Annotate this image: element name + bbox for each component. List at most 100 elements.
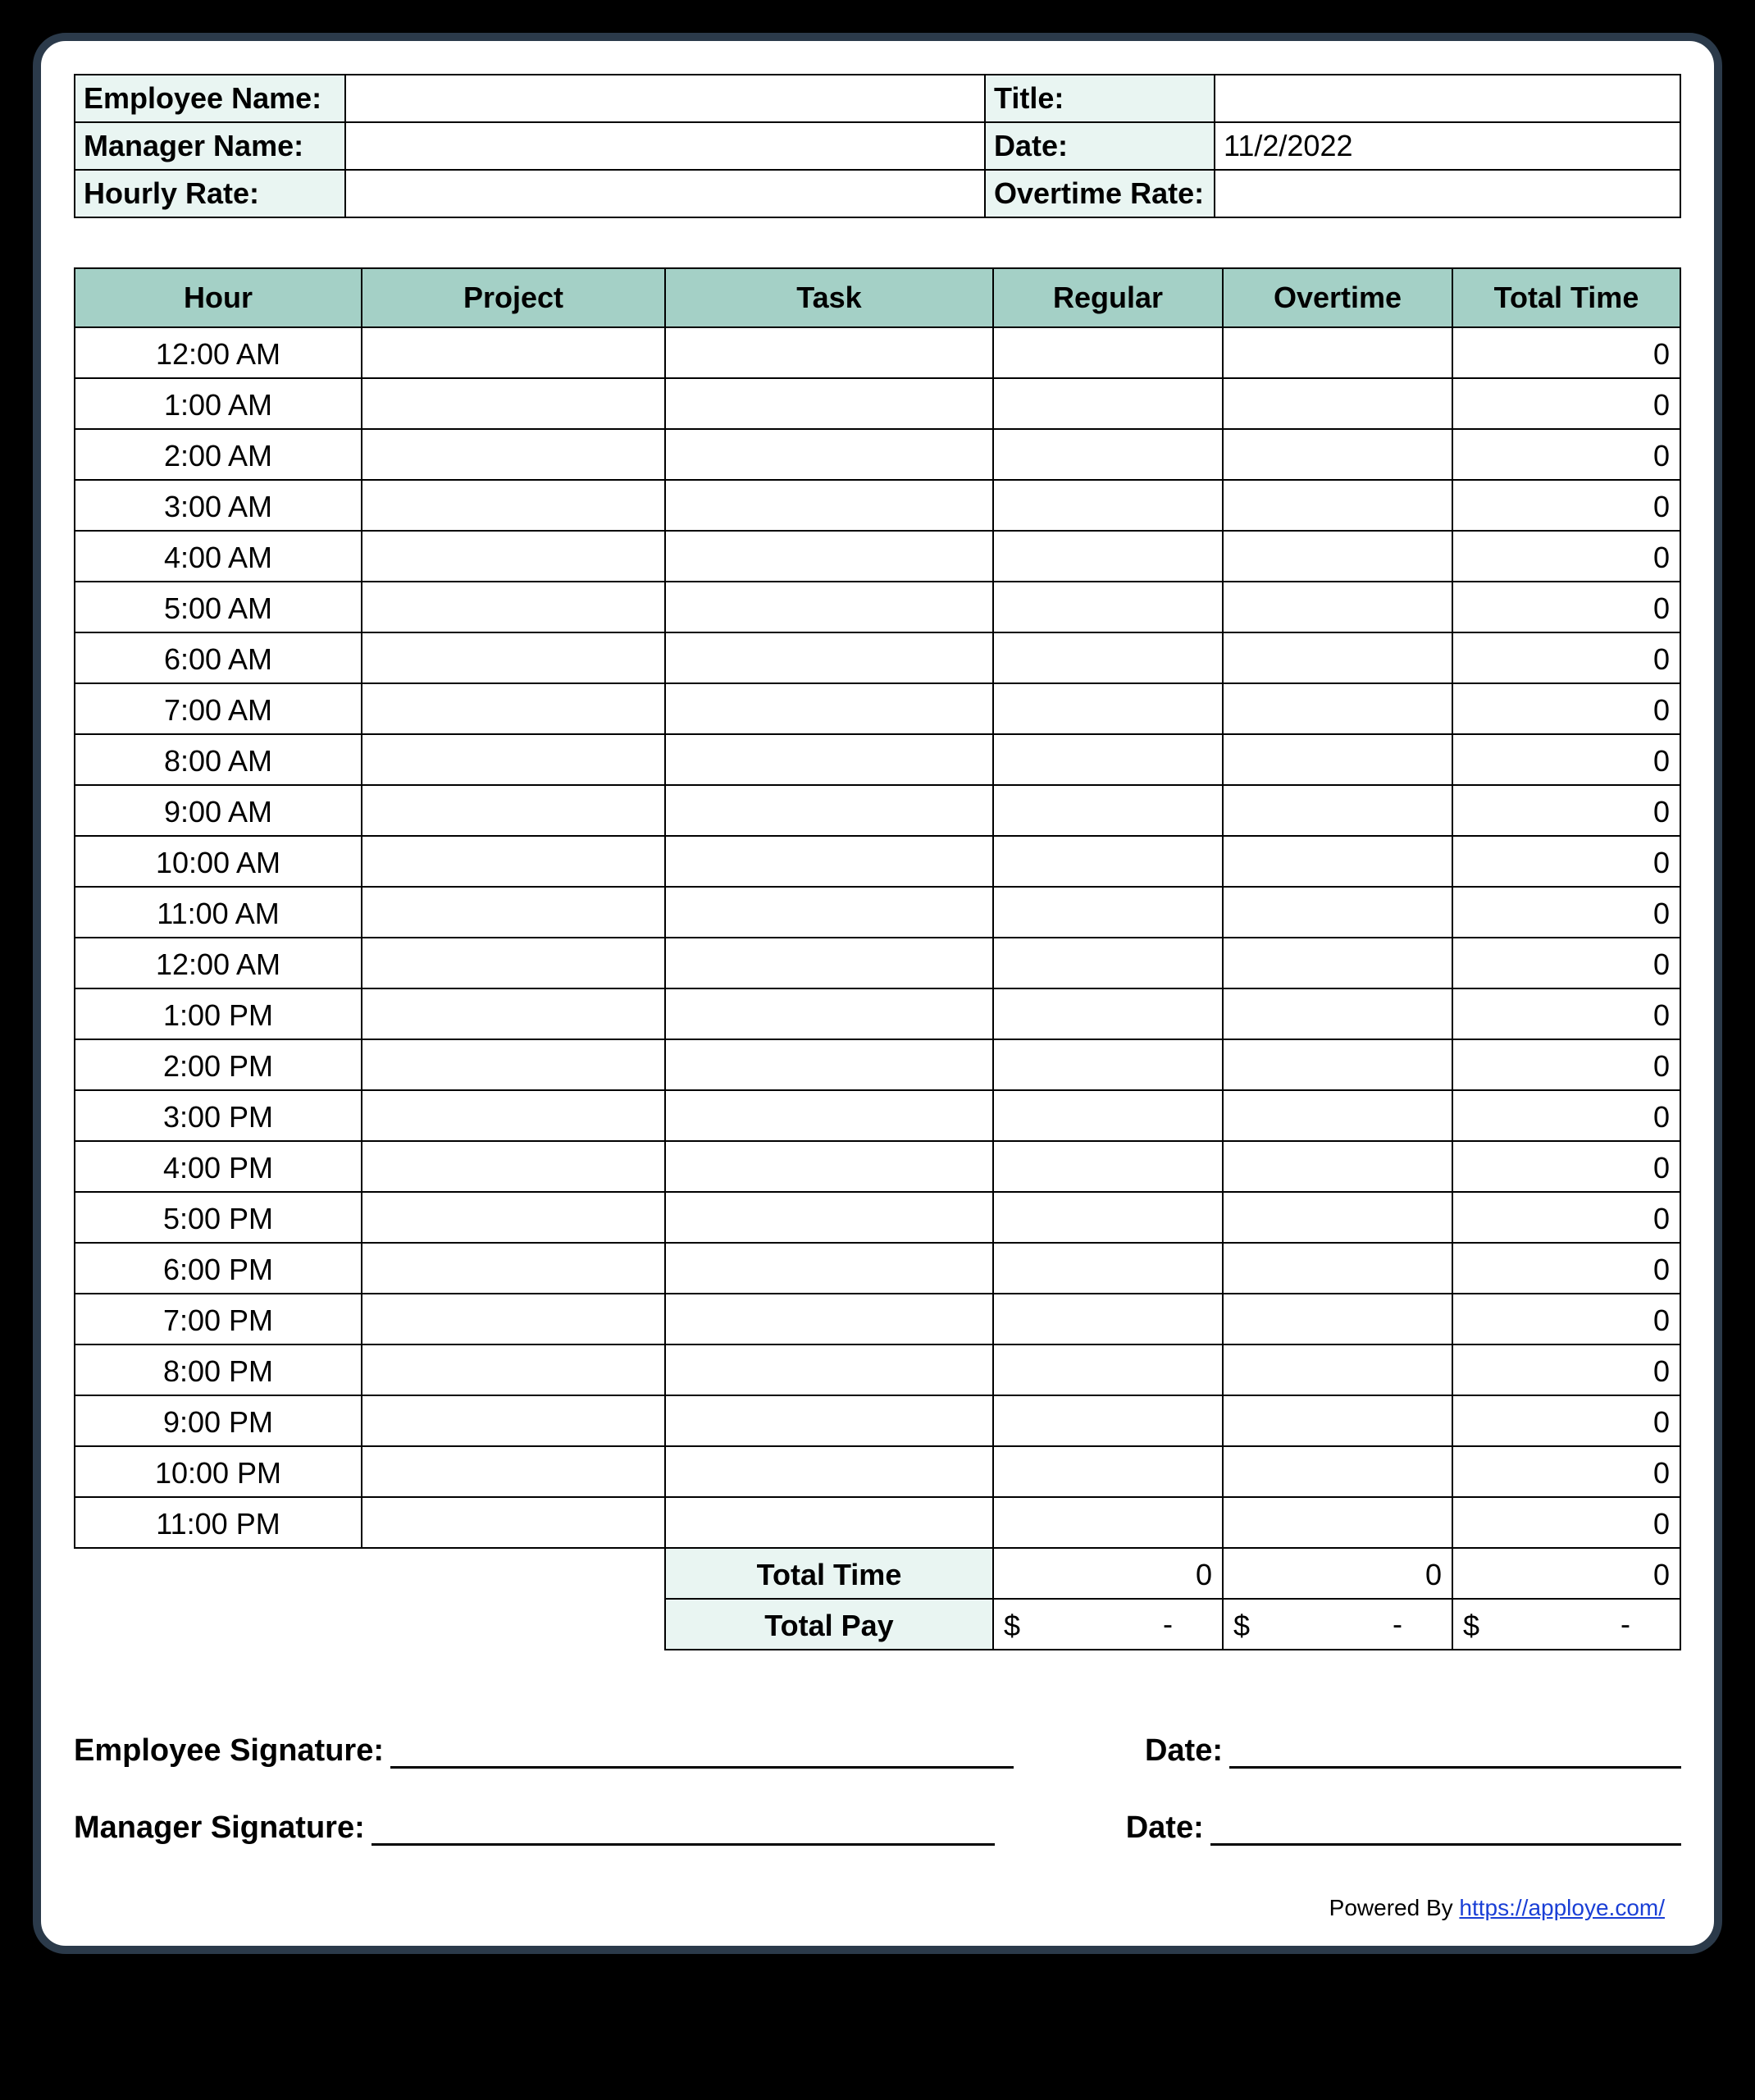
project-cell[interactable] [362,785,665,836]
task-cell[interactable] [665,1141,993,1192]
regular-cell[interactable] [993,429,1223,480]
project-cell[interactable] [362,1039,665,1090]
regular-cell[interactable] [993,1192,1223,1243]
task-cell[interactable] [665,378,993,429]
regular-cell[interactable] [993,1141,1223,1192]
task-cell[interactable] [665,988,993,1039]
project-cell[interactable] [362,1192,665,1243]
task-cell[interactable] [665,887,993,938]
overtime-cell[interactable] [1223,378,1452,429]
project-cell[interactable] [362,378,665,429]
project-cell[interactable] [362,836,665,887]
task-cell[interactable] [665,1497,993,1548]
regular-cell[interactable] [993,480,1223,531]
task-cell[interactable] [665,480,993,531]
task-cell[interactable] [665,785,993,836]
hourly-rate-value[interactable] [345,170,985,217]
regular-cell[interactable] [993,785,1223,836]
overtime-cell[interactable] [1223,887,1452,938]
project-cell[interactable] [362,683,665,734]
regular-cell[interactable] [993,836,1223,887]
task-cell[interactable] [665,836,993,887]
overtime-cell[interactable] [1223,1294,1452,1344]
regular-cell[interactable] [993,938,1223,988]
project-cell[interactable] [362,1395,665,1446]
project-cell[interactable] [362,887,665,938]
task-cell[interactable] [665,1344,993,1395]
project-cell[interactable] [362,582,665,632]
overtime-cell[interactable] [1223,785,1452,836]
overtime-cell[interactable] [1223,327,1452,378]
task-cell[interactable] [665,1243,993,1294]
regular-cell[interactable] [993,582,1223,632]
regular-cell[interactable] [993,988,1223,1039]
task-cell[interactable] [665,1395,993,1446]
project-cell[interactable] [362,1141,665,1192]
task-cell[interactable] [665,582,993,632]
footer-link[interactable]: https://apploye.com/ [1459,1895,1665,1920]
task-cell[interactable] [665,632,993,683]
project-cell[interactable] [362,988,665,1039]
overtime-cell[interactable] [1223,1090,1452,1141]
task-cell[interactable] [665,1090,993,1141]
overtime-cell[interactable] [1223,1141,1452,1192]
project-cell[interactable] [362,1446,665,1497]
regular-cell[interactable] [993,734,1223,785]
project-cell[interactable] [362,1497,665,1548]
overtime-cell[interactable] [1223,531,1452,582]
task-cell[interactable] [665,327,993,378]
overtime-cell[interactable] [1223,1192,1452,1243]
regular-cell[interactable] [993,1090,1223,1141]
regular-cell[interactable] [993,1243,1223,1294]
manager-signature-line[interactable] [372,1810,995,1846]
overtime-cell[interactable] [1223,938,1452,988]
regular-cell[interactable] [993,1446,1223,1497]
project-cell[interactable] [362,531,665,582]
project-cell[interactable] [362,938,665,988]
project-cell[interactable] [362,1294,665,1344]
overtime-cell[interactable] [1223,1243,1452,1294]
overtime-cell[interactable] [1223,988,1452,1039]
task-cell[interactable] [665,683,993,734]
task-cell[interactable] [665,531,993,582]
overtime-cell[interactable] [1223,1446,1452,1497]
project-cell[interactable] [362,327,665,378]
overtime-rate-value[interactable] [1215,170,1680,217]
manager-date-line[interactable] [1210,1810,1681,1846]
overtime-cell[interactable] [1223,1344,1452,1395]
project-cell[interactable] [362,632,665,683]
task-cell[interactable] [665,429,993,480]
regular-cell[interactable] [993,683,1223,734]
project-cell[interactable] [362,734,665,785]
overtime-cell[interactable] [1223,429,1452,480]
manager-name-value[interactable] [345,122,985,170]
overtime-cell[interactable] [1223,734,1452,785]
task-cell[interactable] [665,1039,993,1090]
regular-cell[interactable] [993,887,1223,938]
project-cell[interactable] [362,1344,665,1395]
task-cell[interactable] [665,1294,993,1344]
employee-name-value[interactable] [345,75,985,122]
overtime-cell[interactable] [1223,836,1452,887]
task-cell[interactable] [665,734,993,785]
employee-signature-line[interactable] [390,1732,1014,1769]
date-value[interactable]: 11/2/2022 [1215,122,1680,170]
overtime-cell[interactable] [1223,1039,1452,1090]
overtime-cell[interactable] [1223,582,1452,632]
overtime-cell[interactable] [1223,683,1452,734]
overtime-cell[interactable] [1223,480,1452,531]
task-cell[interactable] [665,1446,993,1497]
overtime-cell[interactable] [1223,1395,1452,1446]
project-cell[interactable] [362,1090,665,1141]
regular-cell[interactable] [993,378,1223,429]
regular-cell[interactable] [993,632,1223,683]
task-cell[interactable] [665,1192,993,1243]
regular-cell[interactable] [993,1497,1223,1548]
regular-cell[interactable] [993,327,1223,378]
regular-cell[interactable] [993,1395,1223,1446]
overtime-cell[interactable] [1223,632,1452,683]
project-cell[interactable] [362,480,665,531]
regular-cell[interactable] [993,1294,1223,1344]
regular-cell[interactable] [993,531,1223,582]
title-value[interactable] [1215,75,1680,122]
